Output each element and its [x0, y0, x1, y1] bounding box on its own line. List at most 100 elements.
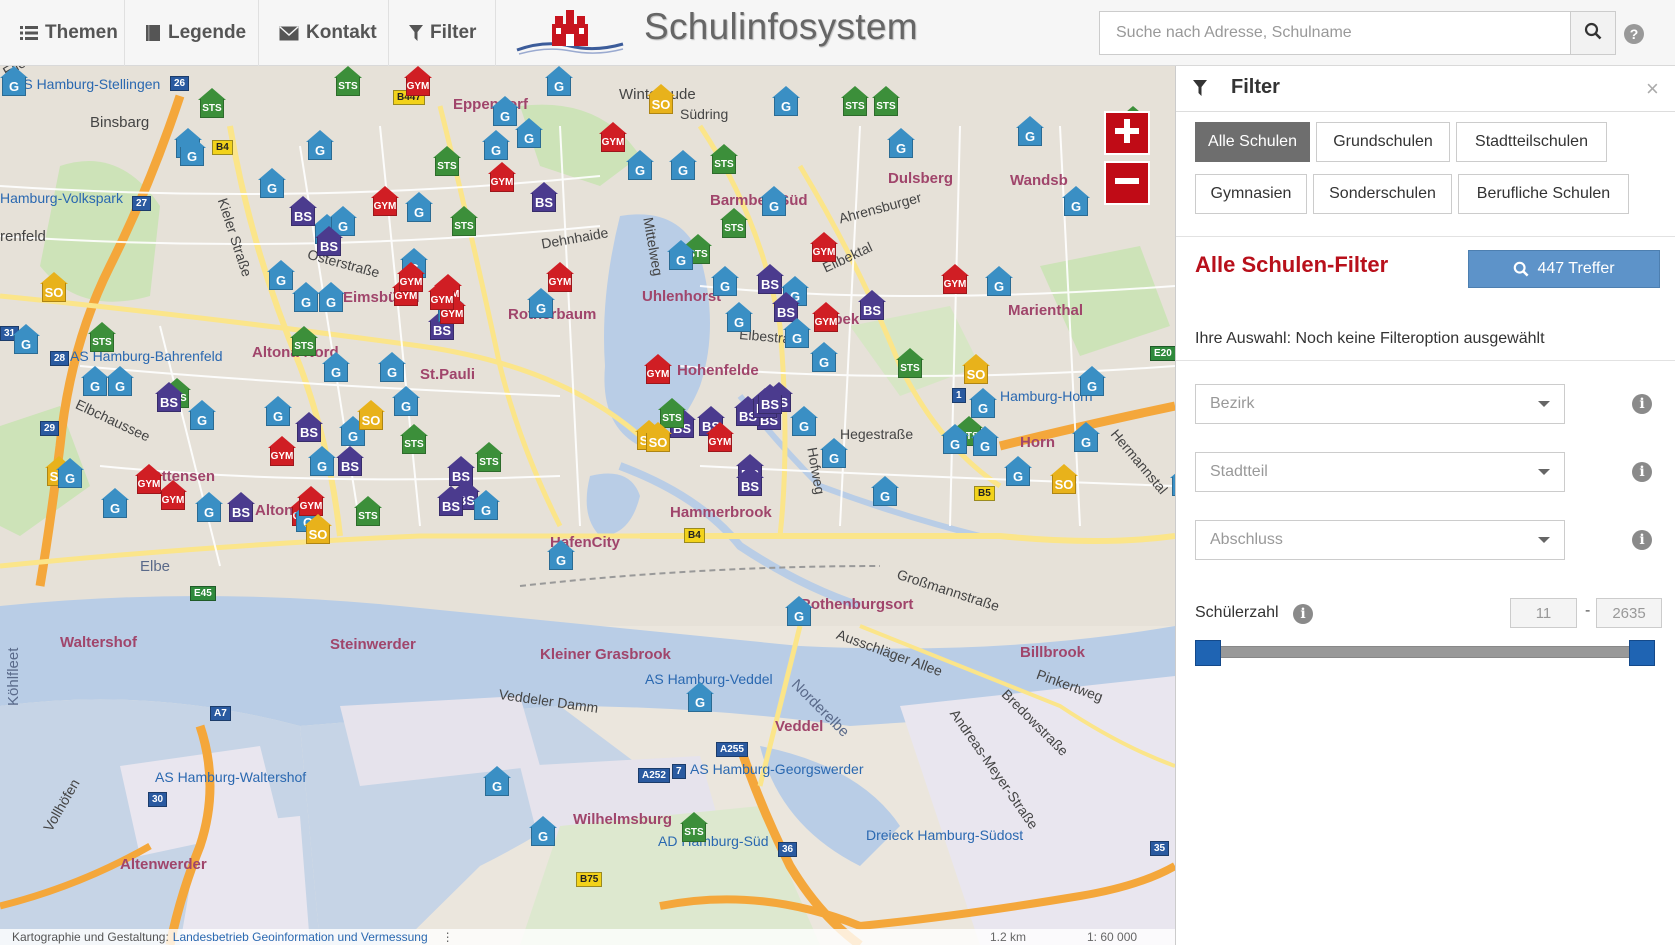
school-marker-bs[interactable]: BS: [315, 226, 343, 256]
student-count-max[interactable]: 2635: [1596, 598, 1662, 628]
school-marker-bs[interactable]: BS: [295, 412, 323, 442]
school-marker-bs[interactable]: BS: [756, 264, 784, 294]
school-marker-sts[interactable]: STS: [896, 348, 924, 378]
school-marker-sts[interactable]: STS: [433, 146, 461, 176]
school-marker-gym[interactable]: GYM: [706, 422, 734, 452]
school-marker-so[interactable]: SO: [40, 272, 68, 302]
school-marker-sts[interactable]: STS: [710, 144, 738, 174]
school-marker-sts[interactable]: STS: [872, 86, 900, 116]
school-marker-g[interactable]: G: [317, 282, 345, 312]
search-input[interactable]: [1099, 11, 1571, 55]
student-count-slider[interactable]: [1195, 646, 1655, 658]
school-marker-g[interactable]: G: [626, 150, 654, 180]
more-icon[interactable]: ⋮: [442, 930, 454, 944]
school-marker-g[interactable]: G: [1062, 186, 1090, 216]
nav-legende[interactable]: Legende: [125, 0, 259, 66]
school-marker-so[interactable]: SO: [357, 400, 385, 430]
close-icon[interactable]: ×: [1646, 76, 1659, 102]
school-marker-sts[interactable]: STS: [354, 496, 382, 526]
school-marker-g[interactable]: G: [529, 816, 557, 846]
slider-max-handle[interactable]: [1629, 640, 1655, 666]
school-marker-g[interactable]: G: [985, 266, 1013, 296]
school-marker-g[interactable]: G: [1078, 366, 1106, 396]
school-marker-g[interactable]: G: [405, 192, 433, 222]
school-marker-g[interactable]: G: [12, 324, 40, 354]
school-marker-sts[interactable]: STS: [450, 206, 478, 236]
slider-min-handle[interactable]: [1195, 640, 1221, 666]
student-count-min[interactable]: 11: [1510, 598, 1577, 628]
school-marker-g[interactable]: G: [760, 186, 788, 216]
school-marker-g[interactable]: G: [711, 266, 739, 296]
school-marker-g[interactable]: G: [322, 352, 350, 382]
school-marker-g[interactable]: G: [545, 66, 573, 96]
school-marker-g[interactable]: G: [783, 318, 811, 348]
school-marker-g[interactable]: G: [820, 438, 848, 468]
zoom-in-button[interactable]: [1104, 111, 1150, 155]
school-marker-gym[interactable]: GYM: [810, 232, 838, 262]
school-marker-sts[interactable]: STS: [334, 66, 362, 96]
school-marker-bs[interactable]: BS: [530, 182, 558, 212]
filter-stadtteilschulen-button[interactable]: Stadtteilschulen: [1456, 122, 1607, 162]
school-marker-sts[interactable]: STS: [290, 326, 318, 356]
school-marker-g[interactable]: G: [106, 366, 134, 396]
school-marker-bs[interactable]: BS: [227, 492, 255, 522]
school-marker-g[interactable]: G: [669, 150, 697, 180]
school-marker-sts[interactable]: STS: [88, 322, 116, 352]
school-marker-g[interactable]: G: [178, 136, 206, 166]
school-marker-gym[interactable]: GYM: [404, 66, 432, 96]
nav-kontakt[interactable]: Kontakt: [259, 0, 389, 66]
info-icon[interactable]: i: [1632, 462, 1652, 482]
school-marker-g[interactable]: G: [969, 388, 997, 418]
school-marker-gym[interactable]: GYM: [644, 354, 672, 384]
school-marker-gym[interactable]: GYM: [599, 122, 627, 152]
school-marker-bs[interactable]: BS: [736, 466, 764, 496]
filter-gymnasien-button[interactable]: Gymnasien: [1195, 174, 1307, 214]
abschluss-select[interactable]: Abschluss: [1195, 520, 1565, 560]
school-marker-bs[interactable]: BS: [858, 290, 886, 320]
school-marker-gym[interactable]: GYM: [371, 186, 399, 216]
school-marker-g[interactable]: G: [81, 366, 109, 396]
school-marker-gym[interactable]: GYM: [941, 264, 969, 294]
school-marker-gym[interactable]: GYM: [159, 480, 187, 510]
school-marker-gym[interactable]: GYM: [428, 280, 456, 310]
school-marker-g[interactable]: G: [1004, 456, 1032, 486]
school-marker-g[interactable]: G: [1072, 422, 1100, 452]
school-marker-g[interactable]: G: [725, 302, 753, 332]
school-marker-sts[interactable]: STS: [475, 442, 503, 472]
school-marker-g[interactable]: G: [887, 128, 915, 158]
school-marker-g[interactable]: G: [785, 596, 813, 626]
school-marker-bs[interactable]: BS: [155, 382, 183, 412]
school-marker-g[interactable]: G: [258, 168, 286, 198]
school-marker-so[interactable]: SO: [644, 422, 672, 452]
school-marker-g[interactable]: G: [667, 240, 695, 270]
school-marker-g[interactable]: G: [101, 488, 129, 518]
school-marker-g[interactable]: G: [971, 426, 999, 456]
school-marker-bs[interactable]: BS: [437, 486, 465, 516]
credit-link[interactable]: Landesbetrieb Geoinformation und Vermess…: [173, 930, 428, 944]
bezirk-select[interactable]: Bezirk: [1195, 384, 1565, 424]
info-icon[interactable]: i: [1293, 604, 1313, 624]
school-marker-g[interactable]: G: [392, 386, 420, 416]
school-marker-g[interactable]: G: [308, 446, 336, 476]
school-marker-so[interactable]: SO: [1050, 464, 1078, 494]
nav-filter[interactable]: Filter: [389, 0, 496, 66]
filter-alle-schulen-button[interactable]: Alle Schulen: [1195, 122, 1310, 162]
map-view[interactable]: AS Hamburg-Stellingen Binsbarg Hamburg-Vol…: [0, 66, 1175, 945]
school-marker-bs[interactable]: BS: [336, 446, 364, 476]
zoom-out-button[interactable]: [1104, 161, 1150, 205]
school-marker-g[interactable]: G: [810, 342, 838, 372]
school-marker-gym[interactable]: GYM: [268, 436, 296, 466]
school-marker-so[interactable]: SO: [647, 84, 675, 114]
stadtteil-select[interactable]: Stadtteil: [1195, 452, 1565, 492]
school-marker-g[interactable]: G: [483, 766, 511, 796]
school-marker-so[interactable]: SO: [304, 514, 332, 544]
school-marker-gym[interactable]: GYM: [488, 162, 516, 192]
school-marker-g[interactable]: G: [472, 490, 500, 520]
school-marker-g[interactable]: G: [195, 492, 223, 522]
help-icon[interactable]: ?: [1624, 24, 1644, 44]
school-marker-g[interactable]: G: [0, 66, 28, 96]
school-marker-g[interactable]: G: [527, 288, 555, 318]
school-marker-bs[interactable]: BS: [756, 384, 784, 414]
school-marker-g[interactable]: G: [306, 130, 334, 160]
filter-berufliche-schulen-button[interactable]: Berufliche Schulen: [1458, 174, 1629, 214]
